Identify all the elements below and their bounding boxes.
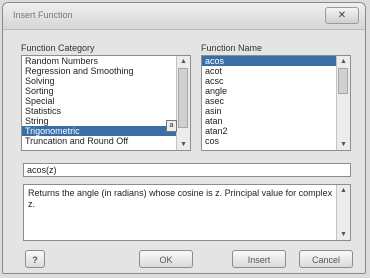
category-list-item[interactable]: String — [22, 116, 176, 126]
function-name-label: Function Name — [201, 43, 263, 53]
category-list-item[interactable]: Statistics — [22, 106, 176, 116]
insert-function-dialog: Insert Function ✕ Function Category Func… — [2, 2, 366, 274]
title-bar: Insert Function ✕ — [3, 3, 365, 30]
function-scrollbar[interactable]: ▲ ▼ — [336, 56, 350, 150]
function-list-item[interactable]: angle — [202, 86, 336, 96]
function-description: Returns the angle (in radians) whose cos… — [28, 188, 333, 209]
function-description-box: Returns the angle (in radians) whose cos… — [23, 184, 351, 241]
scroll-up-arrow-icon[interactable]: ▲ — [337, 56, 350, 67]
category-list-item[interactable]: Solving — [22, 76, 176, 86]
function-list-item[interactable]: asin — [202, 106, 336, 116]
scroll-down-arrow-icon[interactable]: ▼ — [337, 229, 350, 240]
function-list-item[interactable]: asec — [202, 96, 336, 106]
category-marker: a — [166, 120, 177, 132]
scroll-down-arrow-icon[interactable]: ▼ — [177, 139, 190, 150]
description-scrollbar[interactable]: ▲ ▼ — [336, 185, 350, 240]
insert-button[interactable]: Insert — [232, 250, 286, 268]
function-list-item[interactable]: atan — [202, 116, 336, 126]
close-button[interactable]: ✕ — [325, 7, 359, 24]
cancel-button[interactable]: Cancel — [299, 250, 353, 268]
category-list-item[interactable]: Sorting — [22, 86, 176, 96]
function-category-list[interactable]: Random Numbers Regression and Smoothing So… — [21, 55, 191, 151]
dialog-title: Insert Function — [13, 10, 73, 20]
help-button[interactable]: ? — [25, 250, 45, 268]
function-list-item[interactable]: acot — [202, 66, 336, 76]
category-list-item[interactable]: Regression and Smoothing — [22, 66, 176, 76]
category-list-item[interactable]: Special — [22, 96, 176, 106]
category-items: Random Numbers Regression and Smoothing So… — [22, 56, 176, 150]
function-list-item[interactable]: acos — [202, 56, 336, 66]
function-list-item[interactable]: cos — [202, 136, 336, 146]
category-scrollbar[interactable]: ▲ ▼ — [176, 56, 190, 150]
ok-button[interactable]: OK — [139, 250, 193, 268]
scroll-down-arrow-icon[interactable]: ▼ — [337, 139, 350, 150]
function-name-list[interactable]: acos acot acsc angle asec asin atan atan2 cos ▲ … — [201, 55, 351, 151]
scroll-thumb[interactable] — [178, 68, 188, 128]
category-list-item[interactable]: Random Numbers — [22, 56, 176, 66]
scroll-thumb[interactable] — [338, 68, 348, 94]
function-list-item[interactable]: acsc — [202, 76, 336, 86]
category-list-item[interactable]: Truncation and Round Off — [22, 136, 176, 146]
function-category-label: Function Category — [21, 43, 95, 53]
category-list-item[interactable]: Trigonometric — [22, 126, 176, 136]
scroll-up-arrow-icon[interactable]: ▲ — [337, 185, 350, 196]
scroll-up-arrow-icon[interactable]: ▲ — [177, 56, 190, 67]
function-items: acos acot acsc angle asec asin atan atan2 cos — [202, 56, 336, 150]
function-list-item[interactable]: atan2 — [202, 126, 336, 136]
function-signature: acos(z) — [23, 163, 351, 177]
